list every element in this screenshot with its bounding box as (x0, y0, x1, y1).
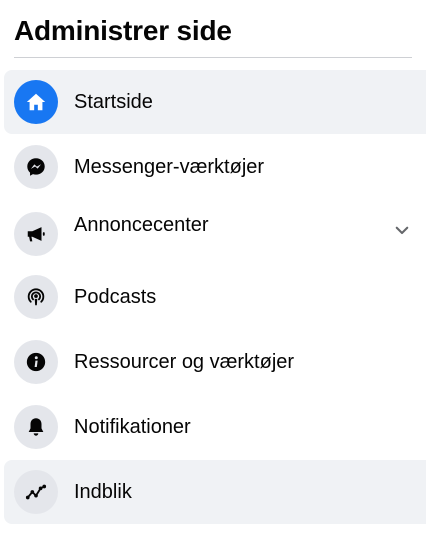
divider (14, 57, 412, 58)
bell-icon (14, 405, 58, 449)
home-icon (14, 80, 58, 124)
chevron-down-icon[interactable] (392, 220, 412, 240)
menu-item-podcasts[interactable]: Podcasts (4, 265, 426, 329)
menu-item-notifikationer[interactable]: Notifikationer (4, 395, 426, 459)
info-icon (14, 340, 58, 384)
megaphone-icon (14, 212, 58, 256)
menu-item-ressourcer[interactable]: Ressourcer og værktøjer (4, 330, 426, 394)
insights-icon (14, 470, 58, 514)
menu-item-label: Annoncecenter (74, 214, 209, 236)
podcast-icon (14, 275, 58, 319)
menu-item-messenger[interactable]: Messenger-værktøjer (4, 135, 426, 199)
menu-item-label: Messenger-værktøjer (74, 156, 265, 178)
menu-item-indblik[interactable]: Indblik (4, 460, 426, 524)
menu-item-label: Notifikationer (74, 416, 191, 438)
page-title: Administrer side (14, 15, 232, 46)
menu-item-label: Indblik (74, 481, 132, 503)
menu-item-label: Ressourcer og værktøjer (74, 351, 295, 373)
menu-item-label: Podcasts (74, 286, 157, 308)
menu-item-annoncecenter[interactable]: Annoncecenter (4, 200, 426, 264)
menu-item-label: Startside (74, 91, 153, 113)
messenger-icon (14, 145, 58, 189)
menu-item-startside[interactable]: Startside (4, 70, 426, 134)
